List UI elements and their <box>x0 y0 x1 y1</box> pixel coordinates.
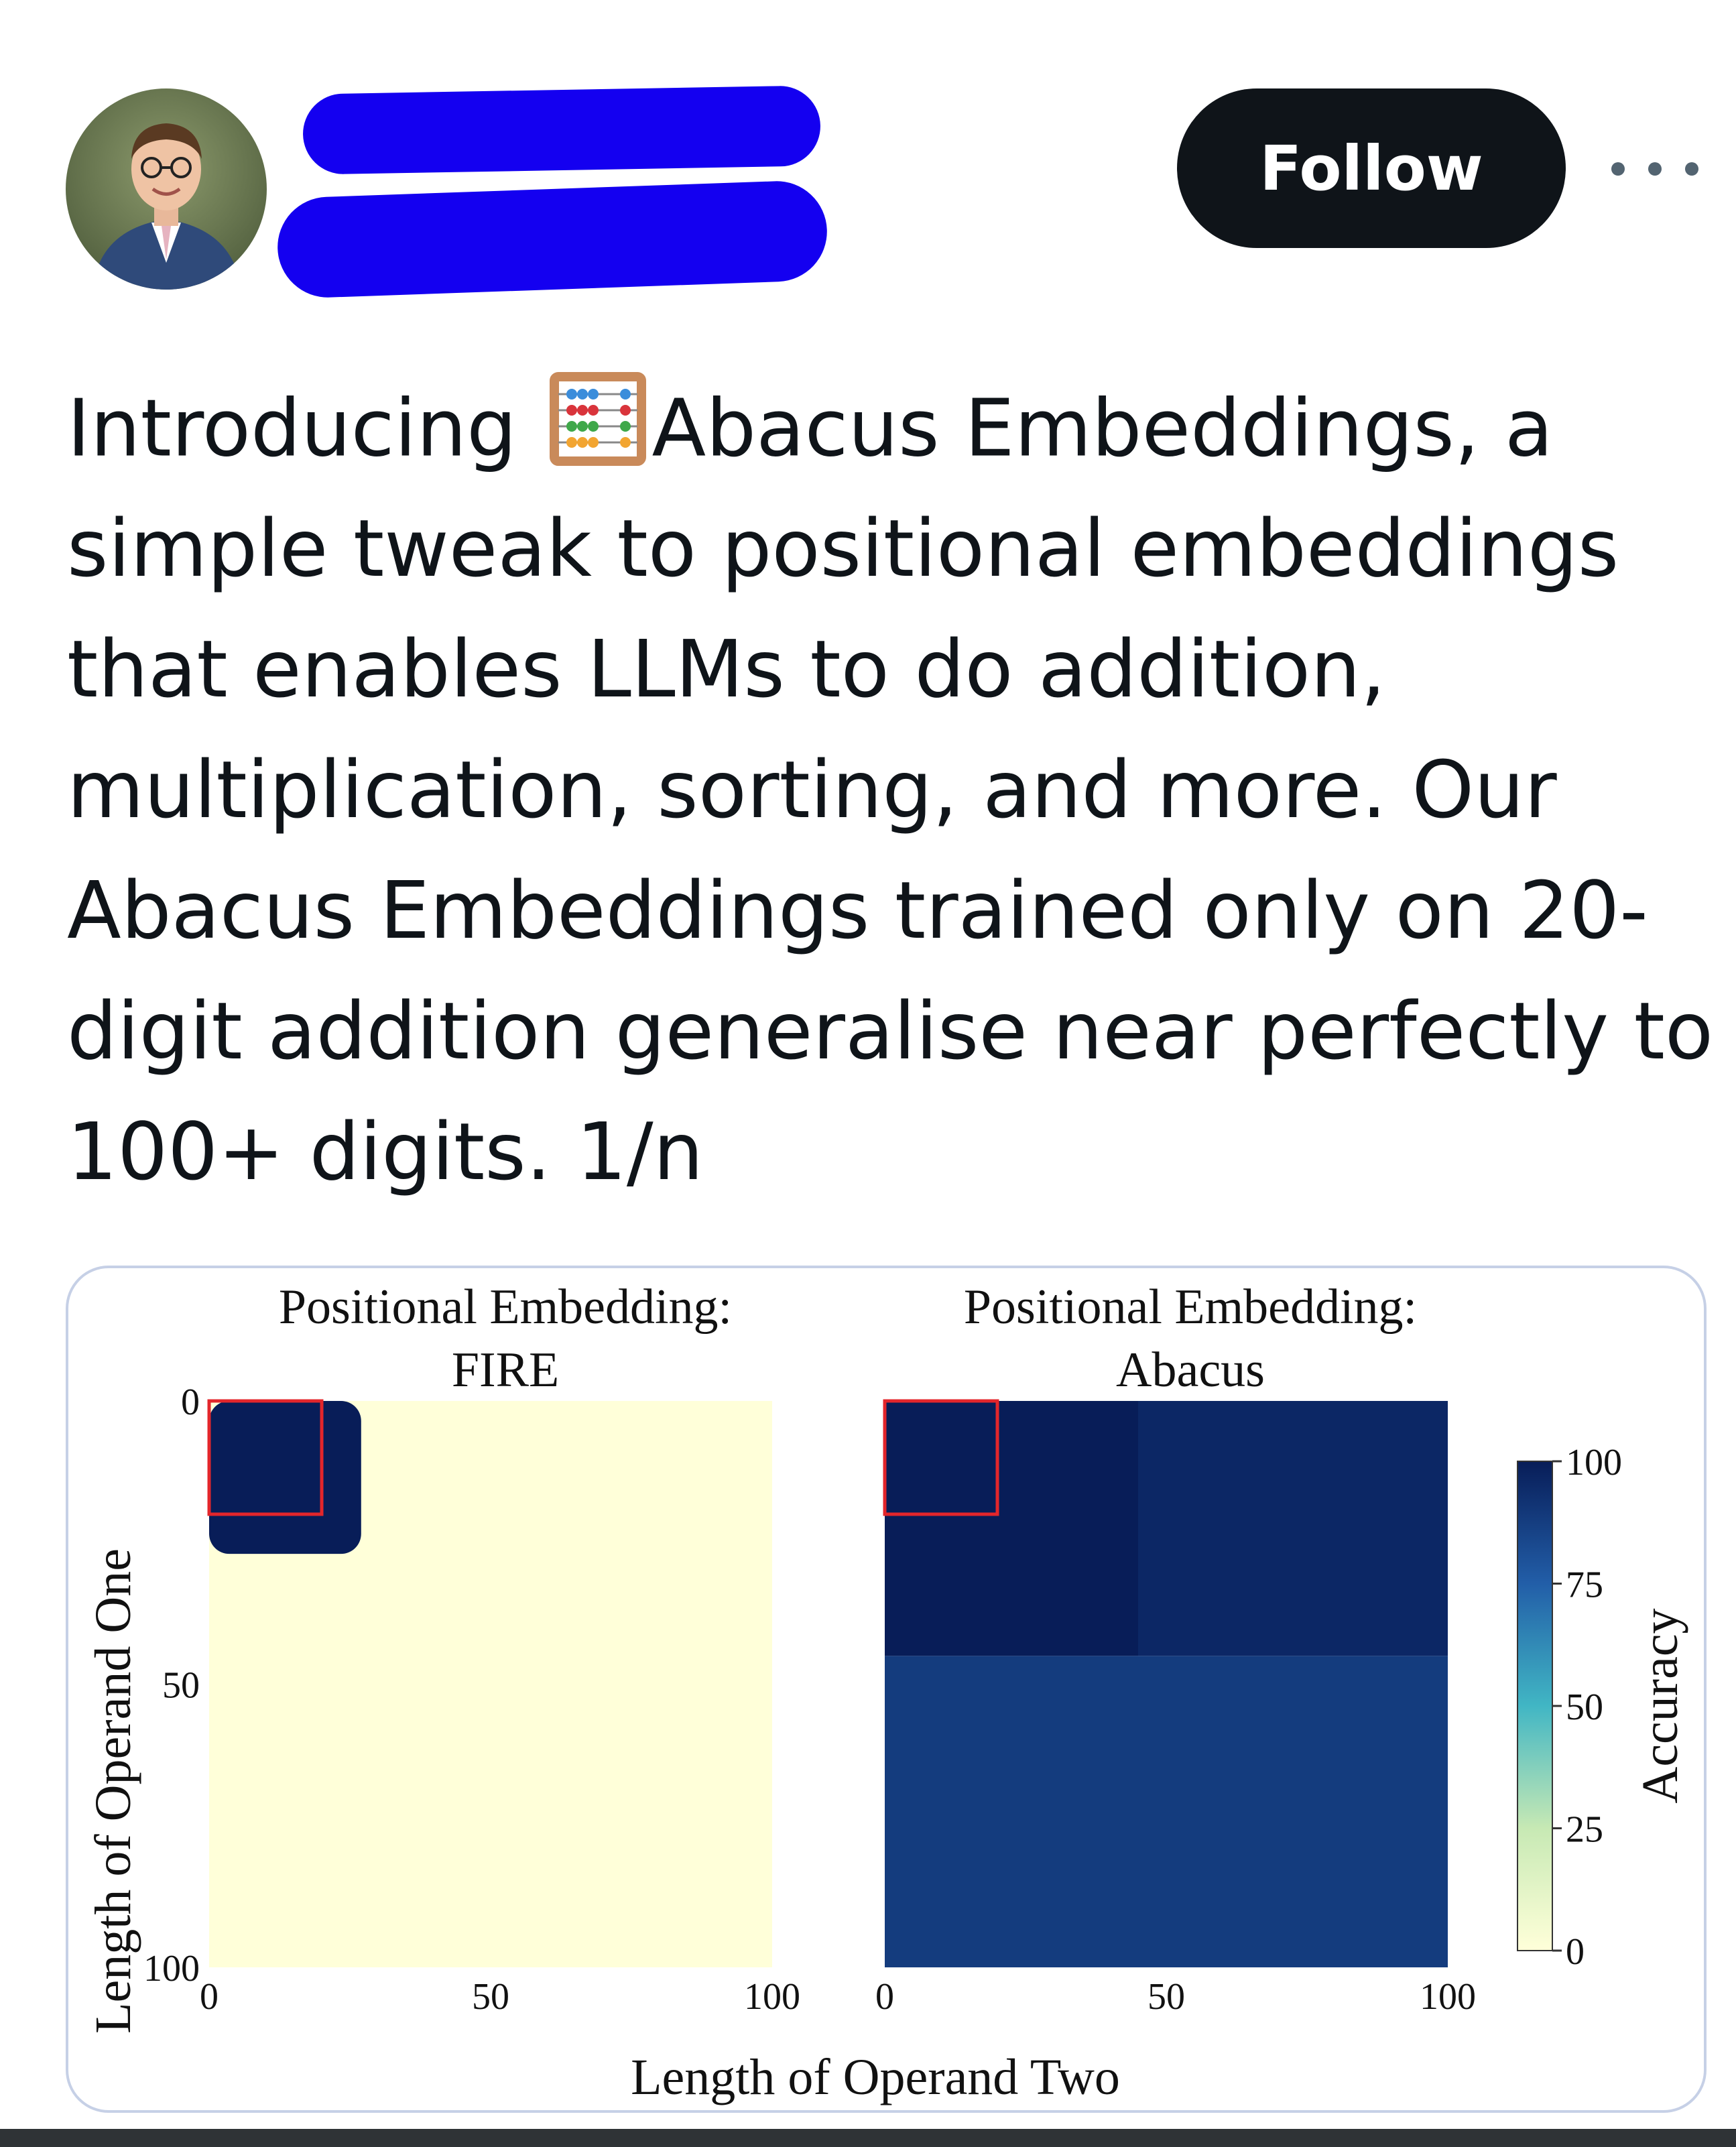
colorbar-tick-label: 25 <box>1566 1809 1603 1851</box>
heatmap-fire <box>207 1399 772 1967</box>
panel1-title-line2: FIRE <box>452 1343 559 1398</box>
x-tick-label: 50 <box>472 1976 509 2018</box>
name-redaction <box>302 85 821 175</box>
tweet-line-text: Abacus Embeddings, a <box>652 381 1554 475</box>
more-horizontal-icon[interactable] <box>1611 149 1698 189</box>
tweet-line-6: digit addition generalise near perfectly… <box>67 985 1714 1077</box>
panel2-title-line1: Positional Embedding: <box>964 1280 1417 1335</box>
abacus-icon <box>548 367 648 501</box>
avatar-image <box>66 88 267 290</box>
tweet-text: Introducing Abacus Embeddings, a simple … <box>67 367 1714 1212</box>
tweet-line-4: multiplication, sorting, and more. Our <box>67 743 1557 836</box>
x-tick-label: 0 <box>875 1976 894 2018</box>
handle-redaction <box>275 179 829 300</box>
colorbar-label: Accuracy <box>1632 1608 1688 1803</box>
heatmap-abacus <box>883 1399 1448 1967</box>
x-tick-label: 100 <box>744 1976 800 2018</box>
x-axis-label: Length of Operand Two <box>631 2049 1120 2105</box>
bottom-divider <box>0 2129 1736 2147</box>
y-tick-label: 0 <box>181 1382 200 1423</box>
panel2-title-line2: Abacus <box>1116 1343 1265 1398</box>
colorbar-tick-label: 100 <box>1566 1442 1622 1483</box>
more-dot <box>1611 162 1625 176</box>
heatmap-cell <box>885 1401 1138 1656</box>
colorbar <box>1517 1461 1553 1951</box>
heatmap-cell <box>1138 1401 1448 1656</box>
follow-button[interactable]: Follow <box>1177 88 1566 248</box>
colorbar-tick-label: 50 <box>1566 1686 1603 1728</box>
more-dot <box>1648 162 1662 176</box>
y-tick-label: 50 <box>162 1665 200 1707</box>
colorbar-tick-label: 75 <box>1566 1565 1603 1606</box>
x-tick-label: 0 <box>200 1976 219 2018</box>
avatar[interactable] <box>66 88 267 290</box>
tweet-line-text: Introducing <box>67 381 517 475</box>
y-axis-label: Length of Operand One <box>85 1548 141 2034</box>
x-tick-label: 50 <box>1148 1976 1185 2018</box>
tweet-media-figure[interactable]: Positional Embedding: FIRE Positional Em… <box>66 1266 1707 2113</box>
tweet-line-1: Introducing Abacus Embeddings, a <box>67 367 1702 488</box>
colorbar-ticks: 100 75 50 25 0 <box>1552 1442 1622 1973</box>
heatmap-cell <box>209 1401 361 1554</box>
tweet-line-3: that enables LLMs to do addition, <box>67 623 1386 715</box>
colorbar-tick-label: 0 <box>1566 1931 1585 1973</box>
heatmap-cell <box>885 1656 1448 1967</box>
tweet-line-7: 100+ digits. 1/n <box>67 1105 704 1198</box>
more-dot <box>1685 162 1698 176</box>
y-tick-label: 100 <box>143 1948 200 1989</box>
heatmap-figure: Positional Embedding: FIRE Positional Em… <box>85 1280 1688 2105</box>
panel1-title-line1: Positional Embedding: <box>279 1280 732 1335</box>
tweet-line-2: simple tweak to positional embeddings <box>67 502 1619 595</box>
tweet-line-5: Abacus Embeddings trained only on 20- <box>67 864 1648 957</box>
x-tick-label: 100 <box>1420 1976 1476 2018</box>
